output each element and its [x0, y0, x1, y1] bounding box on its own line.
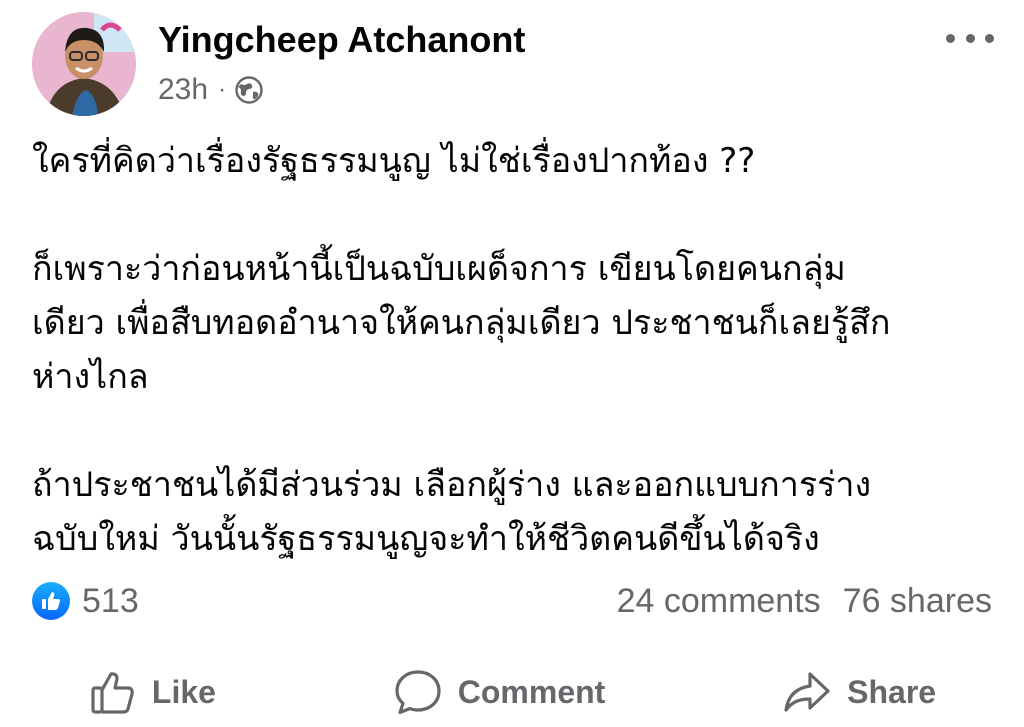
reactions-bar: 513 24 comments 76 shares — [32, 578, 992, 624]
author-avatar[interactable] — [32, 12, 136, 116]
like-button[interactable]: Like — [88, 667, 216, 717]
post-line: ฉบับใหม่ วันนั้นรัฐธรรมนูญจะทำให้ชีวิตคน… — [32, 519, 820, 559]
author-name[interactable]: Yingcheep Atchanont — [158, 18, 525, 62]
more-options-button[interactable] — [946, 26, 994, 50]
more-dot — [965, 33, 975, 43]
meta-separator: · — [218, 76, 227, 103]
post-meta: 23h · — [158, 70, 264, 110]
like-label: Like — [151, 673, 216, 710]
share-arrow-icon — [784, 672, 830, 712]
share-button[interactable]: Share — [781, 667, 936, 717]
more-horizontal-icon — [946, 33, 955, 43]
share-label: Share — [847, 673, 937, 710]
post-line: ก็เพราะว่าก่อนหน้านี้เป็นฉบับเผด็จการ เข… — [32, 249, 846, 289]
comment-bubble-icon — [395, 670, 441, 715]
like-count[interactable]: 513 — [82, 582, 139, 621]
comment-label: Comment — [457, 673, 606, 710]
post-line: ห่างไกล — [32, 357, 149, 397]
thumbs-up-outline-icon — [91, 672, 134, 714]
more-dot — [985, 33, 994, 43]
thumbs-up-icon — [42, 592, 60, 610]
post-line: ถ้าประชาชนได้มีส่วนร่วม เลือกผู้ร่าง และ… — [32, 465, 872, 505]
post-text: ใครที่คิดว่าเรื่องรัฐธรรมนูญ ไม่ใช่เรื่อ… — [32, 134, 992, 566]
like-reaction-icon[interactable] — [32, 582, 70, 620]
facebook-post: Yingcheep Atchanont 23h · ใครที่คิดว่าเร… — [0, 0, 1024, 727]
comment-count[interactable]: 24 comments — [617, 582, 821, 621]
comment-button[interactable]: Comment — [392, 667, 606, 717]
post-timestamp[interactable]: 23h — [158, 73, 208, 107]
post-line: เดียว เพื่อสืบทอดอำนาจให้คนกลุ่มเดียว ปร… — [32, 303, 891, 343]
post-actions: Like Comment Share — [0, 660, 1024, 724]
share-count[interactable]: 76 shares — [843, 582, 992, 621]
post-line: ใครที่คิดว่าเรื่องรัฐธรรมนูญ ไม่ใช่เรื่อ… — [32, 141, 756, 181]
avatar-photo — [32, 12, 136, 116]
globe-icon — [235, 76, 263, 104]
